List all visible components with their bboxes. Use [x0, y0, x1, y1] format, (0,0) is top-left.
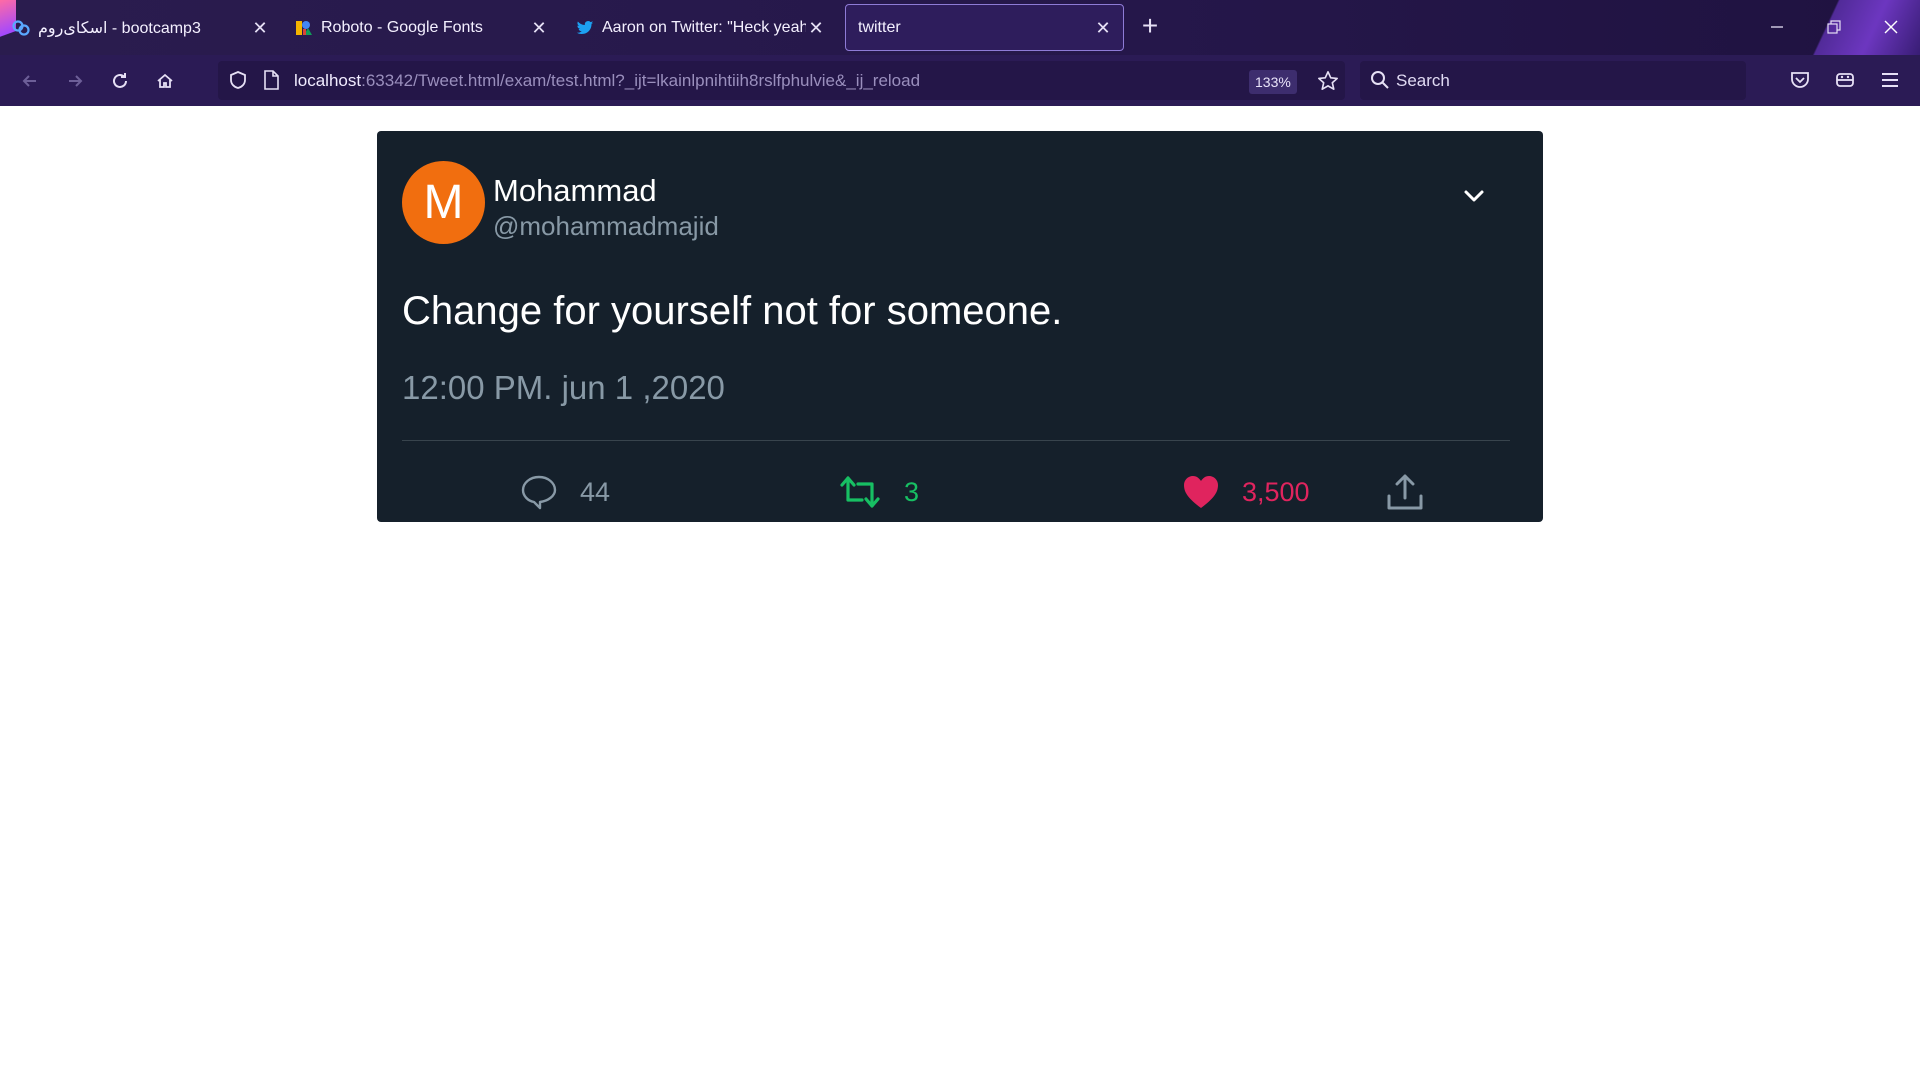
close-tab-icon[interactable]: ✕: [806, 18, 826, 38]
close-tab-icon[interactable]: ✕: [250, 18, 270, 38]
menu-icon[interactable]: [1879, 69, 1901, 91]
reply-count: 44: [580, 476, 611, 507]
avatar[interactable]: M: [402, 161, 485, 244]
skyroom-icon: [12, 19, 30, 37]
address-bar[interactable]: localhost:63342/Tweet.html/exam/test.htm…: [218, 61, 1345, 100]
retweet-button[interactable]: 3: [838, 467, 919, 517]
page-icon[interactable]: [262, 70, 280, 90]
browser-tab-bar: اسکای‌روم - bootcamp3 ✕ Roboto - Google …: [0, 0, 1920, 55]
search-bar[interactable]: Search: [1360, 61, 1746, 100]
bookmark-star-icon[interactable]: [1317, 70, 1339, 92]
like-count: 3,500: [1242, 476, 1310, 507]
search-placeholder: Search: [1396, 71, 1450, 90]
reply-button[interactable]: 44: [520, 467, 610, 517]
retweet-count: 3: [904, 476, 920, 507]
pocket-icon[interactable]: [1789, 69, 1811, 91]
reload-button[interactable]: [106, 67, 134, 95]
forward-button[interactable]: [61, 67, 89, 95]
retweet-icon[interactable]: [838, 473, 882, 511]
shield-icon[interactable]: [228, 70, 248, 90]
tab-title: اسکای‌روم - bootcamp3: [38, 19, 201, 37]
user-handle[interactable]: @mohammadmajid: [493, 211, 719, 242]
back-button[interactable]: [16, 67, 44, 95]
zoom-indicator[interactable]: 133%: [1249, 70, 1297, 94]
divider: [402, 440, 1510, 441]
share-button[interactable]: [1385, 467, 1425, 517]
tab-aaron-on-twitter[interactable]: Aaron on Twitter: "Heck yeah th ✕: [564, 4, 836, 51]
twitter-bird-icon: [576, 19, 594, 37]
close-tab-icon[interactable]: ✕: [529, 18, 549, 38]
tab-title: Aaron on Twitter: "Heck yeah th: [602, 18, 806, 36]
google-fonts-icon: [295, 19, 313, 37]
tab-roboto-google-fonts[interactable]: Roboto - Google Fonts ✕: [283, 4, 559, 51]
reply-icon[interactable]: [520, 473, 558, 511]
close-window-button[interactable]: [1873, 12, 1909, 42]
extension-icon[interactable]: [1834, 69, 1856, 91]
restore-button[interactable]: [1816, 12, 1852, 42]
heart-icon[interactable]: [1182, 474, 1220, 510]
display-name[interactable]: Mohammad: [493, 173, 657, 209]
url-text[interactable]: localhost:63342/Tweet.html/exam/test.htm…: [294, 71, 920, 91]
home-button[interactable]: [151, 67, 179, 95]
close-tab-icon[interactable]: ✕: [1093, 18, 1113, 38]
tweet-card: M Mohammad @mohammadmajid Change for you…: [377, 131, 1543, 522]
share-icon[interactable]: [1385, 472, 1425, 512]
chevron-down-icon[interactable]: [1461, 183, 1487, 209]
tab-title: Roboto - Google Fonts: [321, 18, 483, 36]
new-tab-button[interactable]: +: [1135, 12, 1165, 42]
tab-skyroom[interactable]: اسکای‌روم - bootcamp3 ✕: [0, 4, 280, 51]
browser-toolbar: localhost:63342/Tweet.html/exam/test.htm…: [0, 55, 1920, 106]
minimize-button[interactable]: [1759, 12, 1795, 42]
search-icon: [1370, 70, 1390, 90]
tweet-text: Change for yourself not for someone.: [402, 289, 1063, 333]
tab-twitter-active[interactable]: twitter ✕: [845, 4, 1124, 51]
tweet-timestamp: 12:00 PM. jun 1 ,2020: [402, 369, 725, 406]
like-button[interactable]: 3,500: [1182, 467, 1310, 517]
tab-title: twitter: [858, 18, 901, 36]
